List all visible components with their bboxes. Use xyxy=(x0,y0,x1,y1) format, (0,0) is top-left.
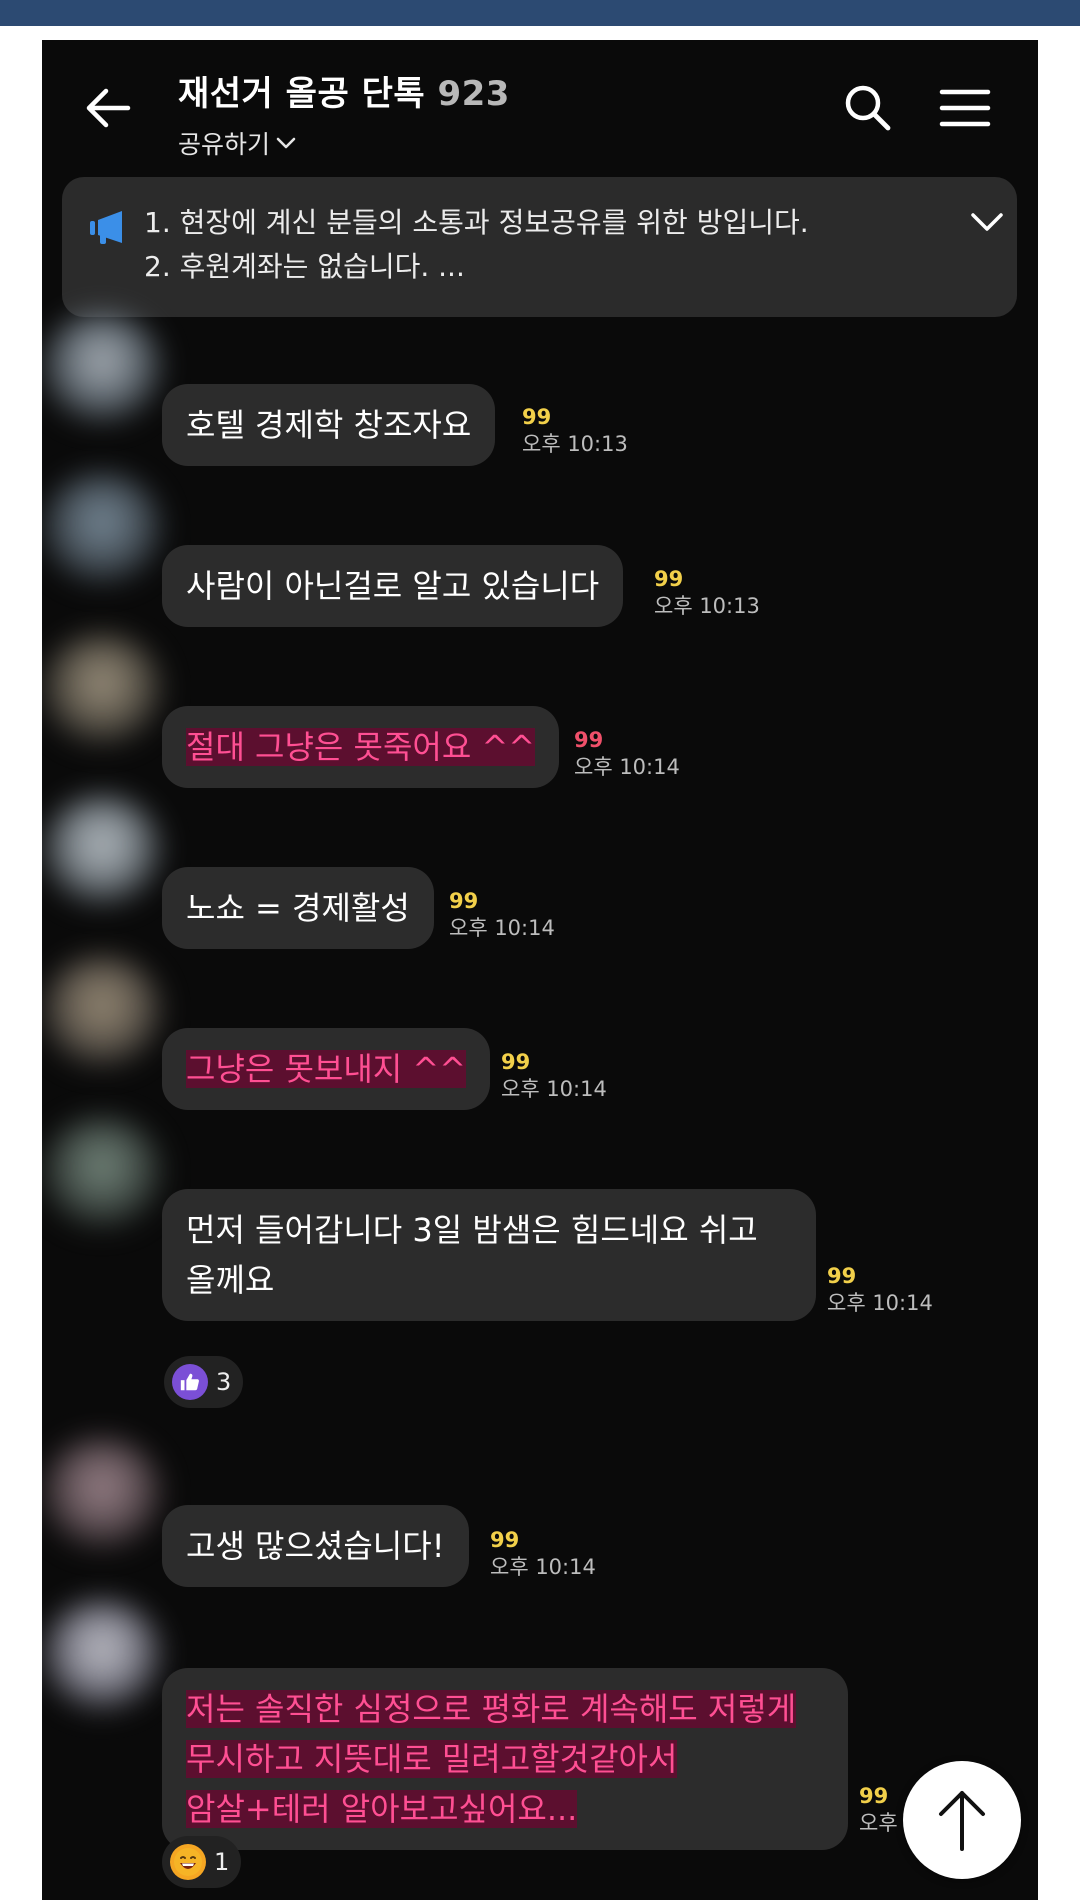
scroll-to-top-button[interactable] xyxy=(903,1761,1021,1879)
message-meta: 99 오후 10:14 xyxy=(827,1263,933,1317)
search-icon xyxy=(845,85,891,131)
message-meta: 99 오후 10:13 xyxy=(654,566,760,620)
message-text: 노쇼 = 경제활성 xyxy=(186,889,410,927)
unread-count: 99 xyxy=(490,1528,520,1552)
message-text: 절대 그냥은 못죽어요 ^^ xyxy=(186,728,536,766)
message-meta: 99 오후 10:14 xyxy=(490,1527,596,1581)
grinning-face-icon xyxy=(170,1844,206,1880)
arrow-left-icon xyxy=(86,88,131,128)
message-meta: 99 오후 10:14 xyxy=(449,888,555,942)
megaphone-icon xyxy=(88,207,128,247)
message-text: 그냥은 못보내지 ^^ xyxy=(186,1050,467,1088)
chat-message: 그냥은 못보내지 ^^ xyxy=(162,1028,491,1110)
avatar[interactable] xyxy=(42,1600,162,1710)
chat-message: 먼저 들어갑니다 3일 밤샘은 힘드네요 쉬고 올께요 xyxy=(162,1189,816,1321)
chat-message: 사람이 아닌걸로 알고 있습니다 xyxy=(162,545,624,627)
unread-count: 99 xyxy=(449,889,479,913)
unread-count: 99 xyxy=(522,405,552,429)
message-text: 사람이 아닌걸로 알고 있습니다 xyxy=(186,567,600,605)
message-bubble[interactable]: 절대 그냥은 못죽어요 ^^ xyxy=(162,706,560,788)
notice-text: 1. 현장에 계신 분들의 소통과 정보공유를 위한 방입니다. 2. 후원계좌… xyxy=(144,201,809,289)
unread-count: 99 xyxy=(827,1264,857,1288)
message-time: 오후 10:14 xyxy=(501,1077,607,1101)
notice-line-1: 1. 현장에 계신 분들의 소통과 정보공유를 위한 방입니다. xyxy=(144,206,809,239)
arrow-up-icon xyxy=(939,1791,985,1851)
member-count: 923 xyxy=(437,74,510,114)
menu-button[interactable] xyxy=(939,84,991,132)
reaction-count: 1 xyxy=(214,1848,230,1876)
back-button[interactable] xyxy=(80,80,136,136)
chat-screen: 재선거 올공 단톡 923 공유하기 1. 현장에 계신 분들의 소통과 정보공… xyxy=(42,40,1038,1900)
expand-notice-button[interactable] xyxy=(967,207,1007,237)
hamburger-menu-icon xyxy=(939,89,991,127)
message-meta: 99 오후 10:14 xyxy=(574,727,680,781)
reaction-chip[interactable]: 1 xyxy=(162,1836,242,1888)
chat-title: 재선거 올공 단톡 923 xyxy=(178,66,510,115)
message-time: 오후 10:14 xyxy=(490,1555,596,1579)
avatar[interactable] xyxy=(42,312,162,422)
chevron-down-icon xyxy=(276,137,296,149)
unread-count: 99 xyxy=(574,728,604,752)
message-text-line: 저는 솔직한 심정으로 평화로 계속해도 저렇게 xyxy=(186,1690,797,1728)
unread-count: 99 xyxy=(654,567,684,591)
avatar[interactable] xyxy=(42,473,162,583)
chat-message: 노쇼 = 경제활성 xyxy=(162,867,434,949)
avatar[interactable] xyxy=(42,1438,162,1548)
message-meta: 99 오후 10:14 xyxy=(501,1049,607,1103)
message-time: 오후 10:13 xyxy=(654,594,760,618)
message-time: 오후 10:13 xyxy=(522,432,628,456)
chat-title-area: 재선거 올공 단톡 923 공유하기 xyxy=(178,66,510,161)
search-button[interactable] xyxy=(842,82,894,134)
message-bubble[interactable]: 호텔 경제학 창조자요 xyxy=(162,384,496,466)
unread-count: 99 xyxy=(501,1050,531,1074)
top-color-band xyxy=(0,0,1080,26)
message-text-line: 올께요 xyxy=(186,1261,275,1299)
reaction-count: 3 xyxy=(216,1368,232,1396)
message-bubble[interactable]: 먼저 들어갑니다 3일 밤샘은 힘드네요 쉬고 올께요 xyxy=(162,1189,816,1321)
message-time: 오후 10:14 xyxy=(574,755,680,779)
message-text-line: 먼저 들어갑니다 3일 밤샘은 힘드네요 쉬고 xyxy=(186,1211,758,1249)
thumbs-up-icon xyxy=(172,1364,208,1400)
chat-message: 호텔 경제학 창조자요 xyxy=(162,384,496,466)
avatar[interactable] xyxy=(42,795,162,905)
message-meta: 99 오후 10:13 xyxy=(522,404,628,458)
avatar[interactable] xyxy=(42,634,162,744)
chat-room-name: 재선거 올공 단톡 xyxy=(178,74,426,114)
share-dropdown[interactable]: 공유하기 xyxy=(178,125,510,161)
message-bubble[interactable]: 고생 많으셨습니다! xyxy=(162,1505,469,1587)
message-text-line: 무시하고 지뜻대로 밀려고할것같아서 xyxy=(186,1740,678,1778)
message-text-line: 암살+테러 알아보고싶어요... xyxy=(186,1790,578,1828)
avatar[interactable] xyxy=(42,956,162,1066)
message-bubble[interactable]: 사람이 아닌걸로 알고 있습니다 xyxy=(162,545,624,627)
message-time: 오후 10:14 xyxy=(449,916,555,940)
chat-header: 재선거 올공 단톡 923 공유하기 xyxy=(42,40,1038,170)
chevron-down-icon xyxy=(971,213,1003,231)
message-bubble[interactable]: 그냥은 못보내지 ^^ xyxy=(162,1028,491,1110)
notice-banner[interactable]: 1. 현장에 계신 분들의 소통과 정보공유를 위한 방입니다. 2. 후원계좌… xyxy=(62,177,1017,317)
notice-line-2: 2. 후원계좌는 없습니다. ... xyxy=(144,250,465,283)
avatar[interactable] xyxy=(42,1117,162,1227)
message-text: 고생 많으셨습니다! xyxy=(186,1527,445,1565)
message-bubble[interactable]: 노쇼 = 경제활성 xyxy=(162,867,434,949)
chat-message: 고생 많으셨습니다! xyxy=(162,1505,469,1587)
reaction-chip[interactable]: 3 xyxy=(164,1356,244,1408)
message-bubble[interactable]: 저는 솔직한 심정으로 평화로 계속해도 저렇게 무시하고 지뜻대로 밀려고할것… xyxy=(162,1668,848,1850)
share-label: 공유하기 xyxy=(178,130,271,159)
chat-message: 저는 솔직한 심정으로 평화로 계속해도 저렇게 무시하고 지뜻대로 밀려고할것… xyxy=(162,1668,848,1850)
message-text: 호텔 경제학 창조자요 xyxy=(186,406,472,444)
chat-message: 절대 그냥은 못죽어요 ^^ xyxy=(162,706,560,788)
message-time: 오후 10:14 xyxy=(827,1291,933,1315)
